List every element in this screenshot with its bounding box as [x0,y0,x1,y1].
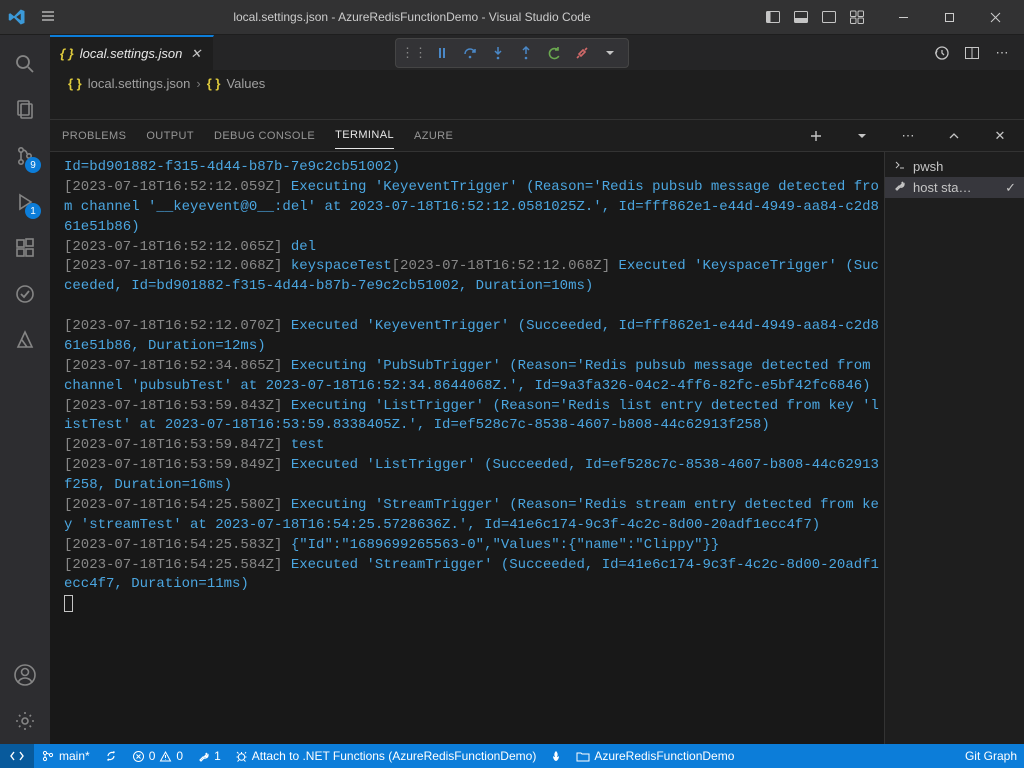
layout-sidebar-right-icon[interactable] [816,4,842,30]
panel-tab-output[interactable]: OUTPUT [146,123,194,149]
status-live[interactable] [543,744,569,768]
terminal-instance-host[interactable]: host sta… ✓ [885,177,1024,198]
panel-close-button[interactable]: ✕ [988,124,1012,148]
debug-disconnect-button[interactable] [568,39,596,67]
window-title: local.settings.json - AzureRedisFunction… [64,10,760,24]
terminal-shell-icon [893,158,907,175]
vscode-logo-icon [8,8,26,26]
drag-grip-icon[interactable]: ⋮⋮ [400,39,428,67]
tab-close-button[interactable]: ✕ [188,46,203,62]
panel: PROBLEMS OUTPUT DEBUG CONSOLE TERMINAL A… [50,119,1024,744]
terminal-sidebar: pwsh host sta… ✓ [884,152,1024,744]
activity-azure[interactable] [1,317,49,363]
panel-tab-problems[interactable]: PROBLEMS [62,123,126,149]
debug-step-into-button[interactable] [484,39,512,67]
panel-tab-terminal[interactable]: TERMINAL [335,122,394,149]
title-bar: local.settings.json - AzureRedisFunction… [0,0,1024,35]
activity-search[interactable] [1,41,49,87]
activity-bar: 9 1 [0,35,50,744]
debug-pause-button[interactable] [428,39,456,67]
layout-customize-icon[interactable] [844,4,870,30]
activity-explorer[interactable] [1,87,49,133]
git-graph-label: Git Graph [965,749,1017,763]
tab-local-settings[interactable]: { } local.settings.json ✕ [50,35,214,70]
layout-sidebar-left-icon[interactable] [760,4,786,30]
activity-debug[interactable]: 1 [1,179,49,225]
panel-tab-azure[interactable]: AZURE [414,123,453,149]
status-git-graph[interactable]: Git Graph [958,744,1024,768]
editor-area[interactable] [50,97,1024,119]
debug-toolbar: ⋮⋮ [395,38,629,68]
status-bar: main* 0 0 1 Attach to .NET Functions (Az… [0,744,1024,768]
warning-count: 0 [176,749,183,763]
activity-extensions[interactable] [1,225,49,271]
scm-badge: 9 [25,157,41,173]
debug-badge: 1 [25,203,41,219]
breadcrumb-file: local.settings.json [88,76,191,91]
ports-count: 1 [214,749,221,763]
debug-target-label: Attach to .NET Functions (AzureRedisFunc… [252,749,537,763]
new-terminal-button[interactable] [804,124,828,148]
activity-test[interactable] [1,271,49,317]
breadcrumb-node: Values [226,76,265,91]
panel-tab-debug[interactable]: DEBUG CONSOLE [214,123,315,149]
branch-name: main* [59,749,90,763]
split-editor-icon[interactable] [958,39,986,67]
json-file-icon: { } [68,76,82,91]
menu-button[interactable] [32,4,64,31]
debug-more-dropdown[interactable] [596,39,624,67]
activity-settings[interactable] [1,698,49,744]
activity-account[interactable] [1,652,49,698]
check-icon: ✓ [1005,180,1016,196]
terminal-output[interactable]: Id=bd901882-f315-4d44-b87b-7e9c2cb51002)… [50,152,884,744]
json-node-icon: { } [207,76,221,91]
debug-step-out-button[interactable] [512,39,540,67]
project-label: AzureRedisFunctionDemo [594,749,734,763]
status-problems[interactable]: 0 0 [125,744,190,768]
terminal-instance-label: pwsh [913,159,943,174]
error-count: 0 [149,749,156,763]
status-project[interactable]: AzureRedisFunctionDemo [569,744,741,768]
debug-restart-button[interactable] [540,39,568,67]
debug-step-over-button[interactable] [456,39,484,67]
status-ports[interactable]: 1 [190,744,228,768]
window-close-button[interactable] [972,0,1018,35]
chevron-right-icon: › [196,76,200,91]
panel-maximize-button[interactable] [942,124,966,148]
wrench-icon [893,179,907,196]
tab-label: local.settings.json [80,46,183,61]
more-actions-icon[interactable]: ⋯ [988,39,1016,67]
terminal-instance-label: host sta… [913,180,972,195]
activity-scm[interactable]: 9 [1,133,49,179]
window-maximize-button[interactable] [926,0,972,35]
panel-tabs: PROBLEMS OUTPUT DEBUG CONSOLE TERMINAL A… [50,120,1024,152]
window-minimize-button[interactable] [880,0,926,35]
status-branch[interactable]: main* [34,744,97,768]
history-icon[interactable] [928,39,956,67]
terminal-instance-pwsh[interactable]: pwsh [885,156,1024,177]
status-debug-target[interactable]: Attach to .NET Functions (AzureRedisFunc… [228,744,544,768]
terminal-dropdown-button[interactable] [850,124,874,148]
layout-panel-icon[interactable] [788,4,814,30]
json-file-icon: { } [60,46,74,61]
panel-more-button[interactable]: ⋯ [896,124,920,148]
status-sync[interactable] [97,744,125,768]
breadcrumb[interactable]: { } local.settings.json › { } Values [50,71,1024,97]
remote-indicator[interactable] [0,744,34,768]
